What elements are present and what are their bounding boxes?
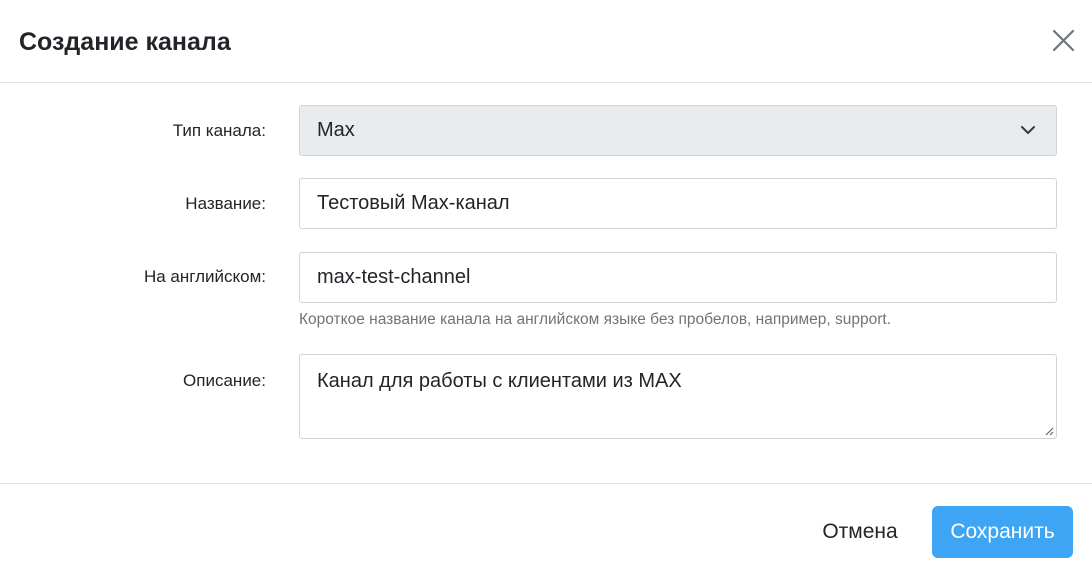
modal-header: Создание канала: [0, 0, 1092, 83]
channel-type-label: Тип канала:: [172, 121, 266, 140]
save-button[interactable]: Сохранить: [932, 506, 1073, 558]
channel-type-selected: Max: [317, 119, 355, 141]
cancel-button[interactable]: Отмена: [810, 506, 910, 558]
channel-type-select[interactable]: Max: [299, 105, 1057, 156]
description-value: Канал для работы с клиентами из MAX: [317, 370, 682, 392]
close-button[interactable]: [1046, 24, 1080, 58]
description-label: Описание:: [183, 371, 266, 390]
chevron-down-icon: [1021, 126, 1035, 134]
create-channel-modal: Создание канала Тип канала: Max Название…: [0, 0, 1092, 577]
modal-footer: Отмена Сохранить: [0, 483, 1092, 577]
name-input[interactable]: [299, 178, 1057, 229]
english-name-input[interactable]: [299, 252, 1057, 303]
english-name-label: На английском:: [143, 267, 266, 286]
name-label: Название:: [185, 194, 266, 213]
modal-title: Создание канала: [19, 28, 231, 56]
resize-grip-icon[interactable]: [1044, 426, 1054, 436]
english-name-help-text: Короткое название канала на английском я…: [299, 311, 892, 328]
close-icon: [1052, 29, 1075, 52]
description-textarea[interactable]: Канал для работы с клиентами из MAX: [299, 354, 1057, 439]
